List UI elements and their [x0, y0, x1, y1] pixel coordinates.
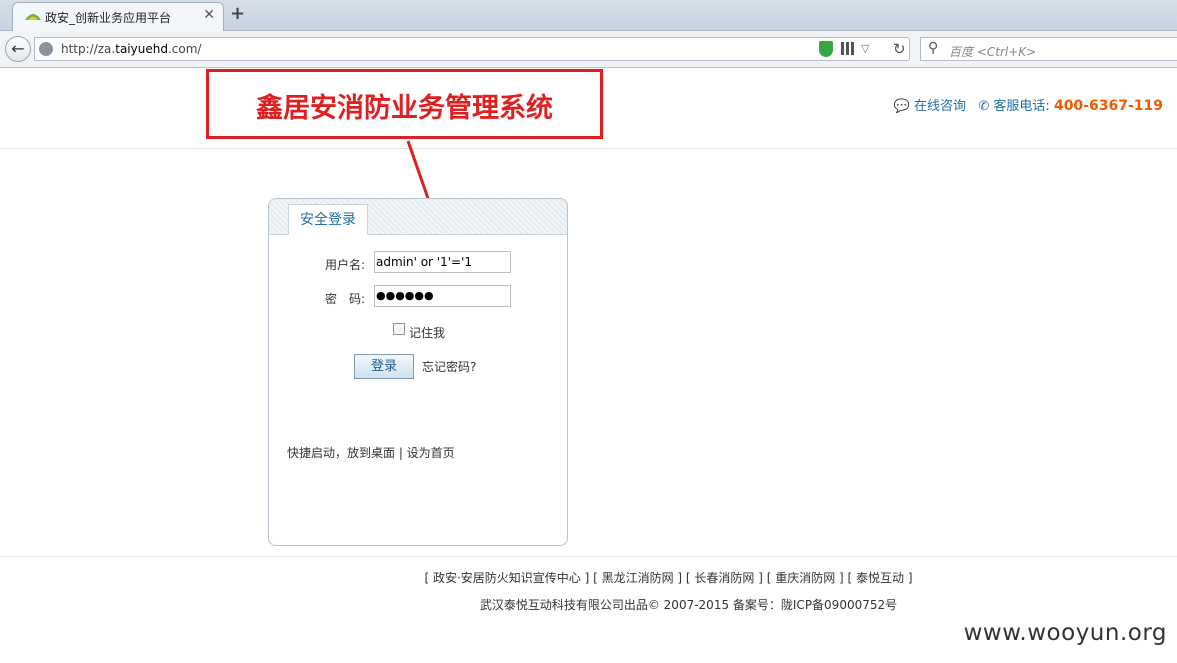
search-placeholder: 百度 <Ctrl+K>	[949, 45, 1037, 59]
chat-bubble-icon: 💬	[893, 99, 910, 114]
browser-tab[interactable]: 政安_创新业务应用平台 ✕	[12, 2, 224, 31]
hotline-label: 客服电话:	[993, 99, 1050, 114]
system-title-box: 鑫居安消防业务管理系统	[206, 69, 603, 139]
back-arrow-icon: ←	[11, 39, 25, 58]
remember-checkbox[interactable]	[393, 323, 405, 335]
quick-links[interactable]: 快捷启动，放到桌面 | 设为首页	[287, 444, 455, 461]
globe-icon	[39, 42, 53, 56]
url-text: http://za.taiyuehd.com/	[61, 42, 202, 56]
login-panel: 安全登录 用户名: admin' or '1'='1 密 码: ●●●●●● 记…	[268, 198, 568, 546]
username-label: 用户名:	[325, 258, 366, 272]
forgot-password-link[interactable]: 忘记密码?	[422, 358, 476, 375]
address-bar[interactable]: http://za.taiyuehd.com/ ▽ ↻	[34, 37, 910, 61]
phone-icon: ✆	[978, 99, 990, 114]
tab-secure-login[interactable]: 安全登录	[288, 204, 368, 235]
remember-label[interactable]: 记住我	[409, 324, 445, 341]
browser-tab-bar: 政安_创新业务应用平台 ✕ +	[0, 0, 1177, 31]
password-label: 密 码:	[325, 292, 366, 306]
login-button[interactable]: 登录	[354, 354, 414, 379]
browser-nav-bar: ← http://za.taiyuehd.com/ ▽ ↻ ⚲ 百度 <Ctrl…	[0, 31, 1177, 68]
security-shield-icon[interactable]	[819, 41, 833, 57]
login-panel-header: 安全登录	[269, 199, 567, 235]
tab-title: 政安_创新业务应用平台	[45, 11, 172, 25]
reload-icon[interactable]: ↻	[893, 40, 906, 58]
qr-code-icon[interactable]	[841, 42, 854, 55]
back-button[interactable]: ←	[5, 36, 31, 62]
username-input[interactable]: admin' or '1'='1	[374, 251, 511, 273]
hotline-number: 400-6367-119	[1053, 98, 1163, 114]
watermark: www.wooyun.org	[963, 620, 1167, 646]
contact-info: 💬 在线咨询 ✆ 客服电话: 400-6367-119	[894, 95, 1163, 114]
site-favicon-icon	[25, 14, 41, 20]
copyright-text: 武汉泰悦互动科技有限公司出品© 2007-2015 备案号：陇ICP备09000…	[479, 598, 898, 612]
close-tab-icon[interactable]: ✕	[203, 7, 215, 23]
system-title: 鑫居安消防业务管理系统	[256, 93, 553, 124]
online-consult-link[interactable]: 在线咨询	[914, 99, 966, 114]
footer-divider	[0, 556, 1177, 557]
password-input[interactable]: ●●●●●●	[374, 285, 511, 307]
footer-links[interactable]: [ 政安·安居防火知识宣传中心 ] [ 黑龙江消防网 ] [ 长春消防网 ] […	[0, 569, 1177, 586]
new-tab-button[interactable]: +	[230, 3, 245, 24]
search-bar[interactable]: ⚲ 百度 <Ctrl+K>	[920, 37, 1177, 61]
search-icon: ⚲	[928, 40, 939, 56]
page-header: 鑫居安消防业务管理系统 💬 在线咨询 ✆ 客服电话: 400-6367-119	[0, 68, 1177, 149]
dropdown-icon[interactable]: ▽	[861, 42, 869, 55]
